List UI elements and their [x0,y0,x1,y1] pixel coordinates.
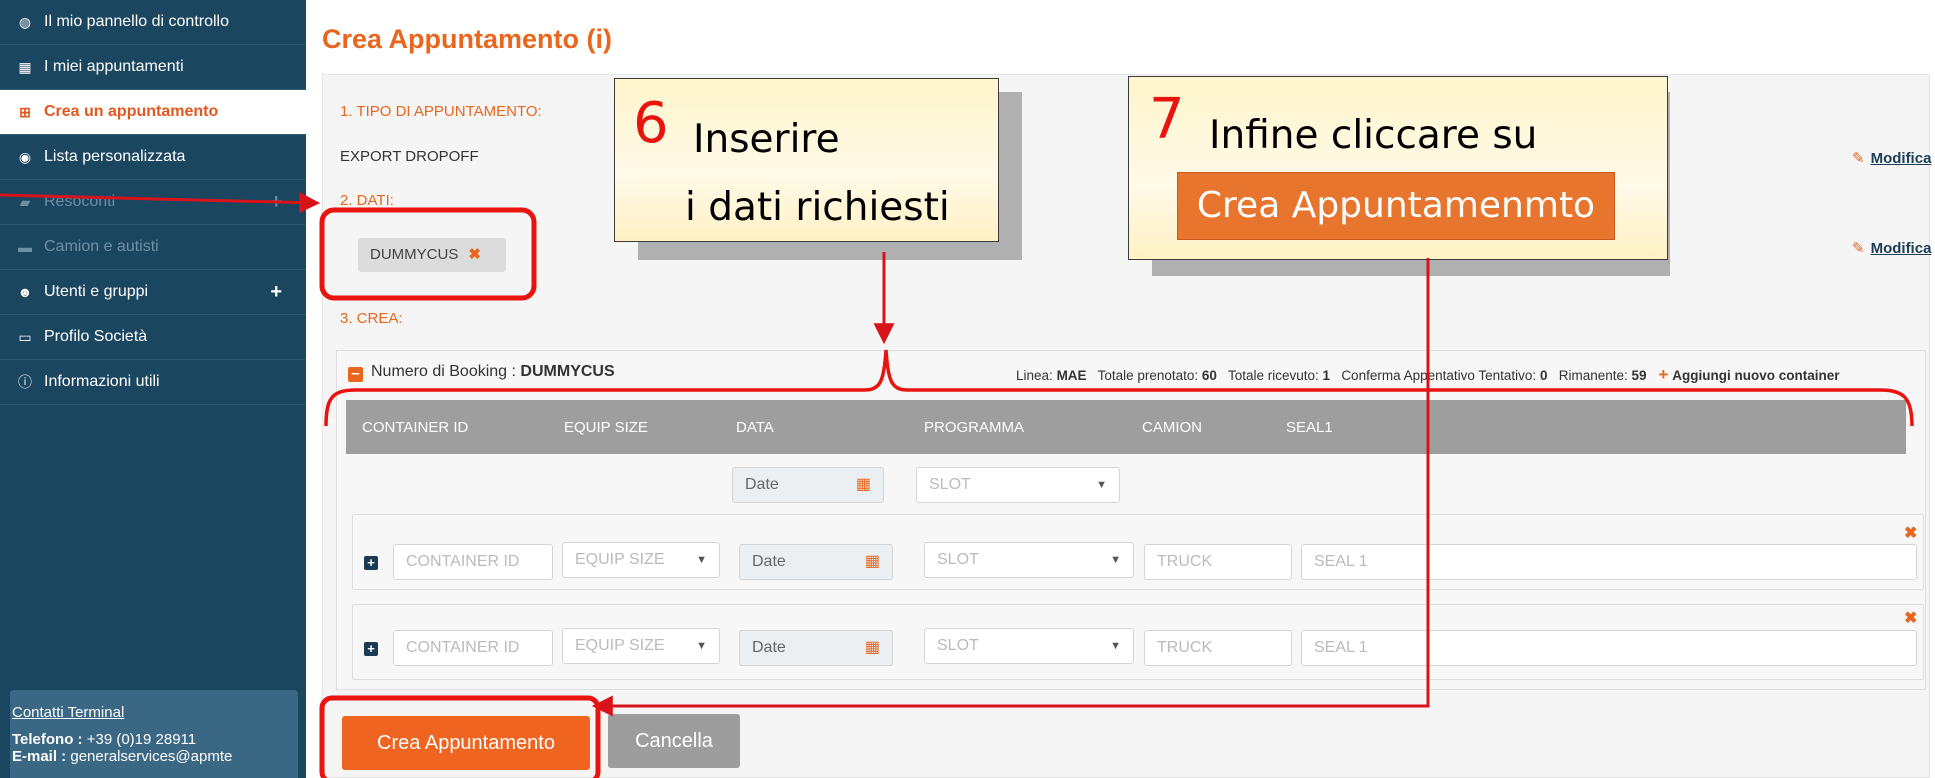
highlight-frame [319,207,537,301]
arrow-line [0,192,321,214]
arrow-line [591,258,1430,717]
brace-line [324,349,1914,427]
highlight-frame [319,695,601,778]
annotation-lines [0,192,1914,778]
